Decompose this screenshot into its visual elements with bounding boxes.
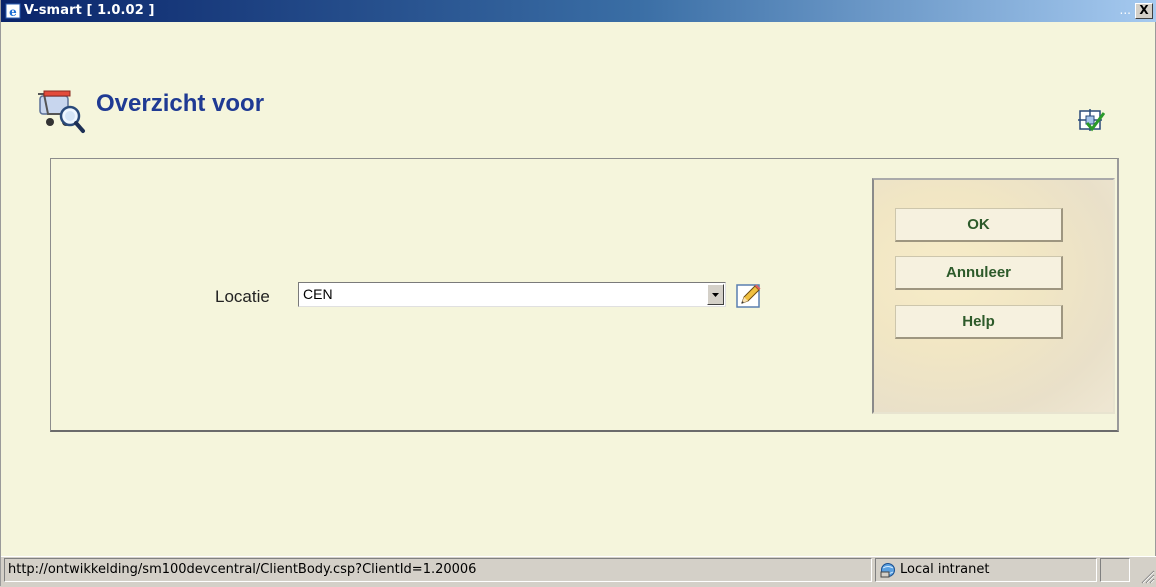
ie-page-icon: e [5,3,21,19]
status-bar: http://ontwikkelding/sm100devcentral/Cli… [1,556,1156,587]
local-intranet-icon [880,563,895,578]
window-title: V-smart [ 1.0.02 ] [24,3,155,18]
ok-button[interactable]: OK [895,208,1063,242]
location-label: Locatie [215,287,270,306]
cart-search-icon [38,90,85,133]
status-empty-cell [1100,558,1130,582]
pencil-edit-icon[interactable] [736,283,762,309]
dropdown-button[interactable] [707,284,724,305]
svg-text:e: e [9,5,17,19]
title-bar[interactable]: e V-smart [ 1.0.02 ] ... X [1,0,1156,22]
status-url: http://ontwikkelding/sm100devcentral/Cli… [4,558,872,582]
help-button[interactable]: Help [895,305,1063,339]
location-value: CEN [303,286,333,302]
window-dots: ... [1119,3,1131,17]
page-title: Overzicht voor [96,90,265,117]
status-zone-cell: Local intranet [875,558,1097,582]
location-select[interactable]: CEN [298,282,726,307]
app-window: e V-smart [ 1.0.02 ] ... X Overzicht voo… [0,0,1156,587]
status-zone-label: Local intranet [900,562,990,577]
chevron-down-icon [712,293,719,297]
cancel-button[interactable]: Annuleer [895,256,1063,290]
customize-checkmark-icon[interactable] [1077,107,1105,133]
close-button[interactable]: X [1135,3,1153,19]
resize-grip-icon[interactable] [1141,570,1155,584]
